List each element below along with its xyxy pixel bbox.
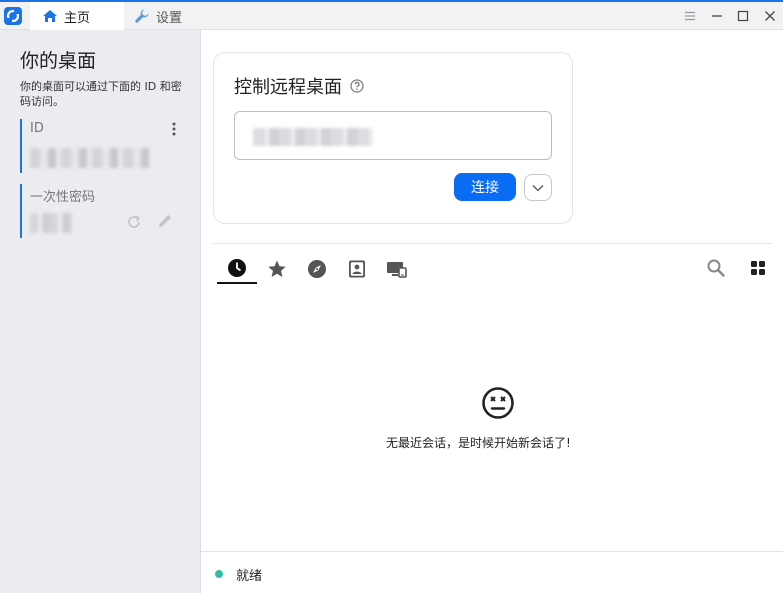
device-group-icon xyxy=(387,262,407,278)
sad-face-icon xyxy=(481,386,515,424)
search-icon xyxy=(707,259,725,277)
section-divider xyxy=(213,243,772,244)
remote-id-input[interactable] xyxy=(234,111,552,160)
maximize-icon xyxy=(737,10,749,22)
sidebar: 你的桌面 你的桌面可以通过下面的 ID 和密码访问。 ID 一次性密码 xyxy=(0,30,201,593)
remote-id-value-redacted xyxy=(253,128,373,146)
title-bar: 主页 设置 xyxy=(0,2,783,30)
compass-icon xyxy=(308,260,326,278)
more-vertical-icon xyxy=(172,122,176,136)
close-icon xyxy=(765,11,775,21)
app-logo-icon xyxy=(4,7,22,25)
connect-button[interactable]: 连接 xyxy=(454,173,516,201)
minimize-icon xyxy=(712,15,722,17)
sidebar-title: 你的桌面 xyxy=(20,50,97,72)
empty-sessions-message: 无最近会话，是时候开始新会话了! xyxy=(386,436,571,450)
refresh-password-button[interactable] xyxy=(126,214,142,234)
tab-favorites[interactable] xyxy=(257,254,297,284)
close-button[interactable] xyxy=(763,9,777,23)
tab-settings[interactable]: 设置 xyxy=(134,2,224,30)
tab-home-label: 主页 xyxy=(64,10,91,26)
menu-button[interactable] xyxy=(683,9,697,23)
connect-panel: 控制远程桌面 连接 xyxy=(213,52,573,224)
search-button[interactable] xyxy=(706,258,726,282)
connect-options-button[interactable] xyxy=(524,174,552,201)
wrench-icon xyxy=(135,9,149,23)
id-value-redacted[interactable] xyxy=(30,148,152,168)
tab-device-group[interactable] xyxy=(377,254,417,284)
id-label: ID xyxy=(30,121,44,136)
refresh-icon xyxy=(128,215,140,228)
grid-view-icon xyxy=(751,261,765,275)
edit-password-button[interactable] xyxy=(156,212,174,234)
menu-icon xyxy=(685,11,695,21)
tab-home[interactable]: 主页 xyxy=(30,2,124,30)
home-icon xyxy=(43,10,57,22)
password-card: 一次性密码 xyxy=(20,184,190,238)
tab-settings-label: 设置 xyxy=(156,10,183,26)
password-value-redacted[interactable] xyxy=(30,213,72,233)
star-icon xyxy=(268,260,286,277)
tab-recent-sessions[interactable] xyxy=(217,254,257,284)
status-indicator xyxy=(215,570,223,578)
help-icon[interactable] xyxy=(350,79,364,93)
peer-tabs xyxy=(217,254,417,286)
password-label: 一次性密码 xyxy=(30,190,96,205)
sidebar-description: 你的桌面可以通过下面的 ID 和密码访问。 xyxy=(20,80,182,108)
tab-address-book[interactable] xyxy=(337,254,377,284)
chevron-down-icon xyxy=(532,184,544,191)
view-toggle-button[interactable] xyxy=(749,259,767,281)
minimize-button[interactable] xyxy=(710,9,724,23)
connect-title: 控制远程桌面 xyxy=(234,73,364,99)
tab-discovered[interactable] xyxy=(297,254,337,284)
clock-icon xyxy=(228,259,246,277)
address-book-icon xyxy=(349,260,365,278)
maximize-button[interactable] xyxy=(736,9,750,23)
connect-title-text: 控制远程桌面 xyxy=(234,77,342,98)
pencil-icon xyxy=(159,214,172,227)
status-text: 就绪 xyxy=(236,569,263,584)
status-bar: 就绪 xyxy=(201,551,783,593)
id-options-button[interactable] xyxy=(172,121,176,140)
id-card: ID xyxy=(20,119,190,173)
